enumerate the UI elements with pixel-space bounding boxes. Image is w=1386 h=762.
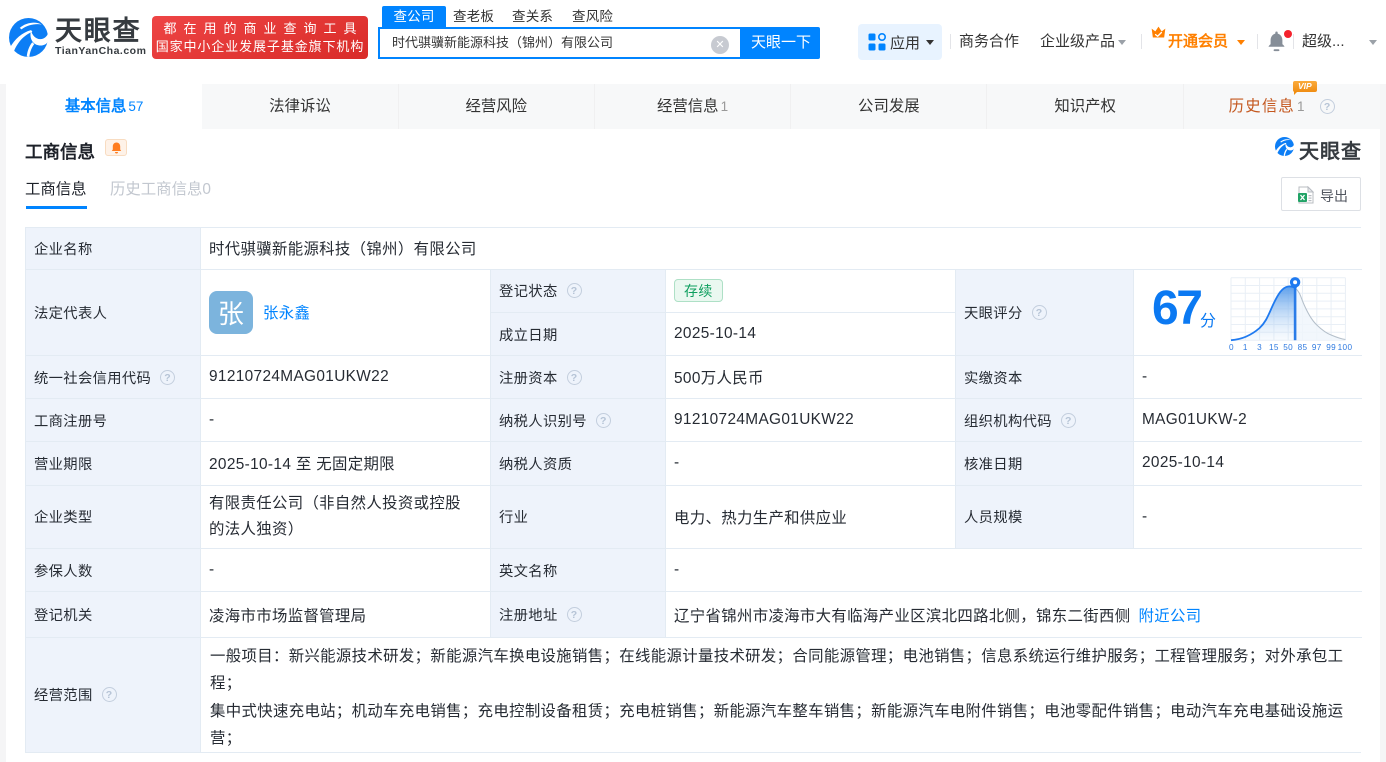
svg-text:15: 15 xyxy=(1269,343,1279,352)
svg-text:50: 50 xyxy=(1283,343,1293,352)
svg-text:99: 99 xyxy=(1326,343,1336,352)
svg-text:85: 85 xyxy=(1298,343,1308,352)
svg-text:97: 97 xyxy=(1312,343,1322,352)
svg-text:100: 100 xyxy=(1338,343,1353,352)
svg-text:0: 0 xyxy=(1229,343,1234,352)
svg-text:1: 1 xyxy=(1243,343,1248,352)
svg-text:3: 3 xyxy=(1257,343,1262,352)
